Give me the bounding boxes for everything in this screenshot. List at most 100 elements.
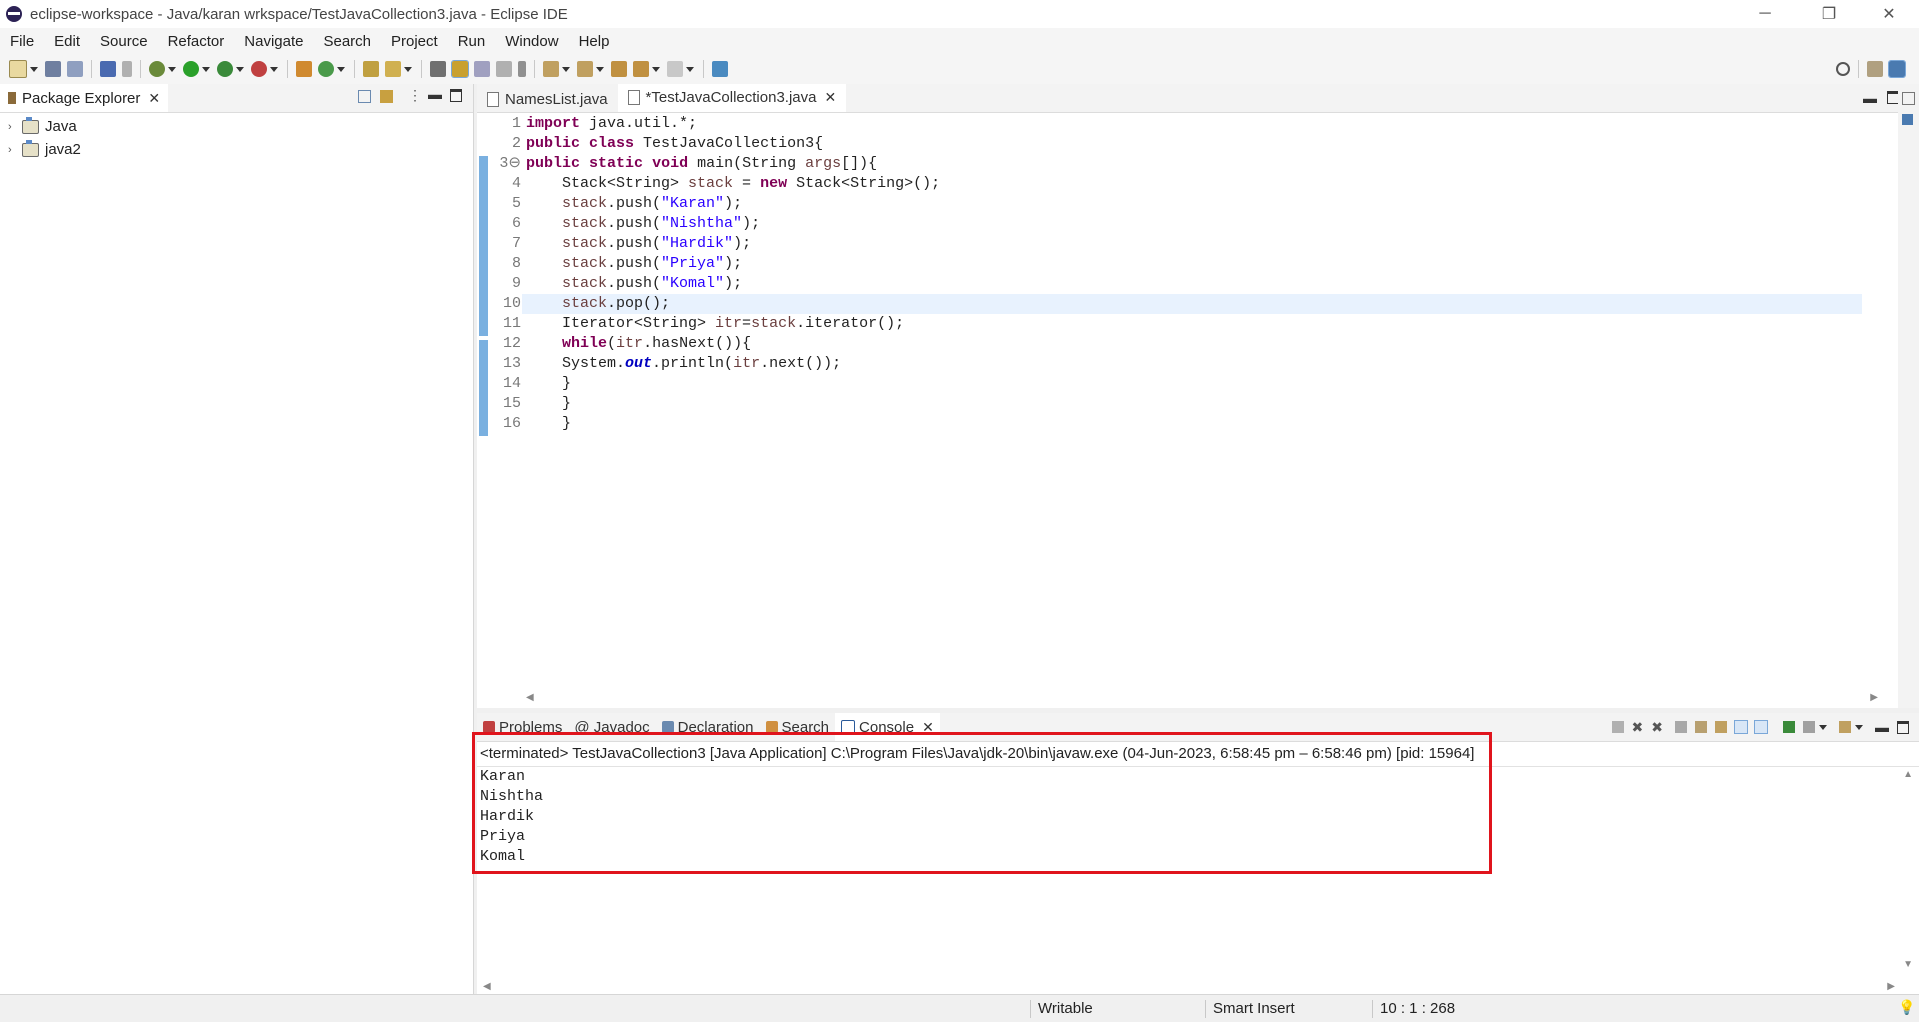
code-line[interactable]: Stack<String> stack = new Stack<String>(…: [522, 174, 1862, 194]
minimize-view-icon[interactable]: ▬: [1875, 719, 1889, 735]
terminal-icon[interactable]: [100, 61, 116, 77]
remove-all-terminated-icon[interactable]: ✖: [1651, 719, 1663, 736]
console-output[interactable]: Karan Nishtha Hardik Priya Komal: [477, 767, 1919, 867]
terminate-icon[interactable]: [1611, 721, 1624, 733]
scroll-right-icon[interactable]: ▶: [1887, 981, 1895, 992]
pin-editor-icon[interactable]: [712, 61, 728, 77]
previous-annotation-dropdown-icon[interactable]: [596, 66, 604, 72]
tab-javadoc[interactable]: @ Javadoc: [568, 713, 655, 741]
coverage-icon[interactable]: [217, 61, 233, 77]
scroll-left-icon[interactable]: ◀: [483, 981, 491, 992]
save-all-icon[interactable]: [67, 61, 83, 77]
run-dropdown-icon[interactable]: [202, 66, 210, 72]
tree-item-project[interactable]: › Java: [0, 115, 473, 138]
tab-nameslist[interactable]: NamesList.java: [477, 86, 618, 112]
menu-navigate[interactable]: Navigate: [234, 33, 313, 50]
debug-icon[interactable]: [149, 61, 165, 77]
tab-package-explorer[interactable]: Package Explorer ✕: [0, 84, 169, 112]
forward-arrow-icon[interactable]: [667, 61, 683, 77]
next-annotation-icon[interactable]: [543, 61, 559, 77]
editor-horizontal-scrollbar[interactable]: ◀ ▶: [522, 690, 1882, 708]
open-console-dropdown-icon[interactable]: [1855, 724, 1863, 730]
toggle-block-selection-icon[interactable]: [474, 61, 490, 77]
code-line[interactable]: System.out.println(itr.next());: [522, 354, 1862, 374]
minimize-view-icon[interactable]: ▬: [428, 86, 442, 102]
menu-project[interactable]: Project: [381, 33, 448, 50]
search-icon[interactable]: [1836, 62, 1850, 76]
toggle-highlight-icon[interactable]: [451, 60, 469, 78]
pin-console-icon[interactable]: [1783, 721, 1795, 733]
code-line[interactable]: }: [522, 394, 1862, 414]
back-arrow-icon[interactable]: [633, 61, 649, 77]
view-menu-icon[interactable]: ⋮: [408, 87, 422, 104]
new-class-dropdown-icon[interactable]: [337, 66, 345, 72]
minimize-button[interactable]: ─: [1742, 0, 1788, 28]
search-tool-icon[interactable]: [385, 61, 401, 77]
back-dropdown-icon[interactable]: [652, 66, 660, 72]
new-icon[interactable]: [9, 60, 27, 78]
external-tools-dropdown-icon[interactable]: [270, 66, 278, 72]
display-console-icon[interactable]: [1803, 721, 1815, 733]
scroll-up-icon[interactable]: ▲: [1903, 769, 1913, 780]
link-with-editor-icon[interactable]: [380, 90, 393, 103]
open-perspective-icon[interactable]: [1867, 61, 1883, 77]
tab-search[interactable]: Search: [760, 713, 836, 741]
external-tools-icon[interactable]: [251, 61, 267, 77]
run-icon[interactable]: [183, 61, 199, 77]
scroll-lock-icon[interactable]: [1695, 721, 1707, 733]
collapse-all-icon[interactable]: [358, 90, 371, 103]
code-line[interactable]: while(itr.hasNext()){: [522, 334, 1862, 354]
debug-dropdown-icon[interactable]: [168, 66, 176, 72]
code-area[interactable]: 1 2 3⊖ 4 5 6 7 8 9 10 11 12 13 14 15 16 …: [477, 114, 1897, 684]
close-icon[interactable]: ✕: [148, 90, 160, 107]
close-icon[interactable]: ✕: [824, 89, 836, 106]
code-line[interactable]: public class TestJavaCollection3{: [522, 134, 1862, 154]
tab-console[interactable]: Console ✕: [835, 713, 940, 741]
pilcrow-icon[interactable]: [518, 61, 526, 77]
tab-declaration[interactable]: Declaration: [656, 713, 760, 741]
code-line[interactable]: public static void main(String args[]){: [522, 154, 1862, 174]
word-wrap-icon[interactable]: [1715, 721, 1727, 733]
code-line[interactable]: stack.push("Hardik");: [522, 234, 1862, 254]
previous-annotation-icon[interactable]: [577, 61, 593, 77]
coverage-dropdown-icon[interactable]: [236, 66, 244, 72]
source-code[interactable]: import java.util.*; public class TestJava…: [522, 114, 1862, 434]
clear-console-icon[interactable]: [1675, 721, 1687, 733]
skip-breakpoints-icon[interactable]: [122, 61, 132, 77]
menu-file[interactable]: File: [0, 33, 44, 50]
next-annotation-dropdown-icon[interactable]: [562, 66, 570, 72]
menu-window[interactable]: Window: [495, 33, 568, 50]
code-line[interactable]: stack.pop();: [522, 294, 1862, 314]
maximize-view-icon[interactable]: [450, 89, 462, 102]
last-edit-icon[interactable]: [611, 61, 627, 77]
menu-edit[interactable]: Edit: [44, 33, 90, 50]
show-on-stdout-icon[interactable]: [1734, 720, 1748, 734]
new-java-package-icon[interactable]: [296, 61, 312, 77]
menu-search[interactable]: Search: [313, 33, 381, 50]
code-line[interactable]: stack.push("Karan");: [522, 194, 1862, 214]
menu-help[interactable]: Help: [569, 33, 620, 50]
display-console-dropdown-icon[interactable]: [1819, 724, 1827, 730]
menu-run[interactable]: Run: [448, 33, 496, 50]
code-line[interactable]: stack.push("Komal");: [522, 274, 1862, 294]
java-perspective-icon[interactable]: [1888, 60, 1906, 78]
tab-testjavacollection3[interactable]: *TestJavaCollection3.java ✕: [617, 84, 847, 112]
toggle-mark-occurrences-icon[interactable]: [430, 61, 446, 77]
code-line[interactable]: Iterator<String> itr=stack.iterator();: [522, 314, 1862, 334]
forward-dropdown-icon[interactable]: [686, 66, 694, 72]
scroll-down-icon[interactable]: ▼: [1903, 959, 1913, 970]
line-number[interactable]: 3⊖: [489, 154, 525, 174]
tree-item-project[interactable]: › java2: [0, 138, 473, 161]
show-on-stderr-icon[interactable]: [1754, 720, 1768, 734]
close-button[interactable]: ✕: [1866, 0, 1912, 28]
lightbulb-icon[interactable]: 💡: [1898, 999, 1915, 1016]
close-icon[interactable]: ✕: [922, 719, 934, 736]
code-line[interactable]: stack.push("Nishtha");: [522, 214, 1862, 234]
save-icon[interactable]: [45, 61, 61, 77]
menu-source[interactable]: Source: [90, 33, 158, 50]
code-line[interactable]: }: [522, 414, 1862, 434]
menu-refactor[interactable]: Refactor: [158, 33, 235, 50]
restore-icon[interactable]: [1902, 92, 1915, 105]
scroll-left-icon[interactable]: ◀: [526, 692, 534, 703]
new-dropdown-icon[interactable]: [30, 66, 38, 72]
